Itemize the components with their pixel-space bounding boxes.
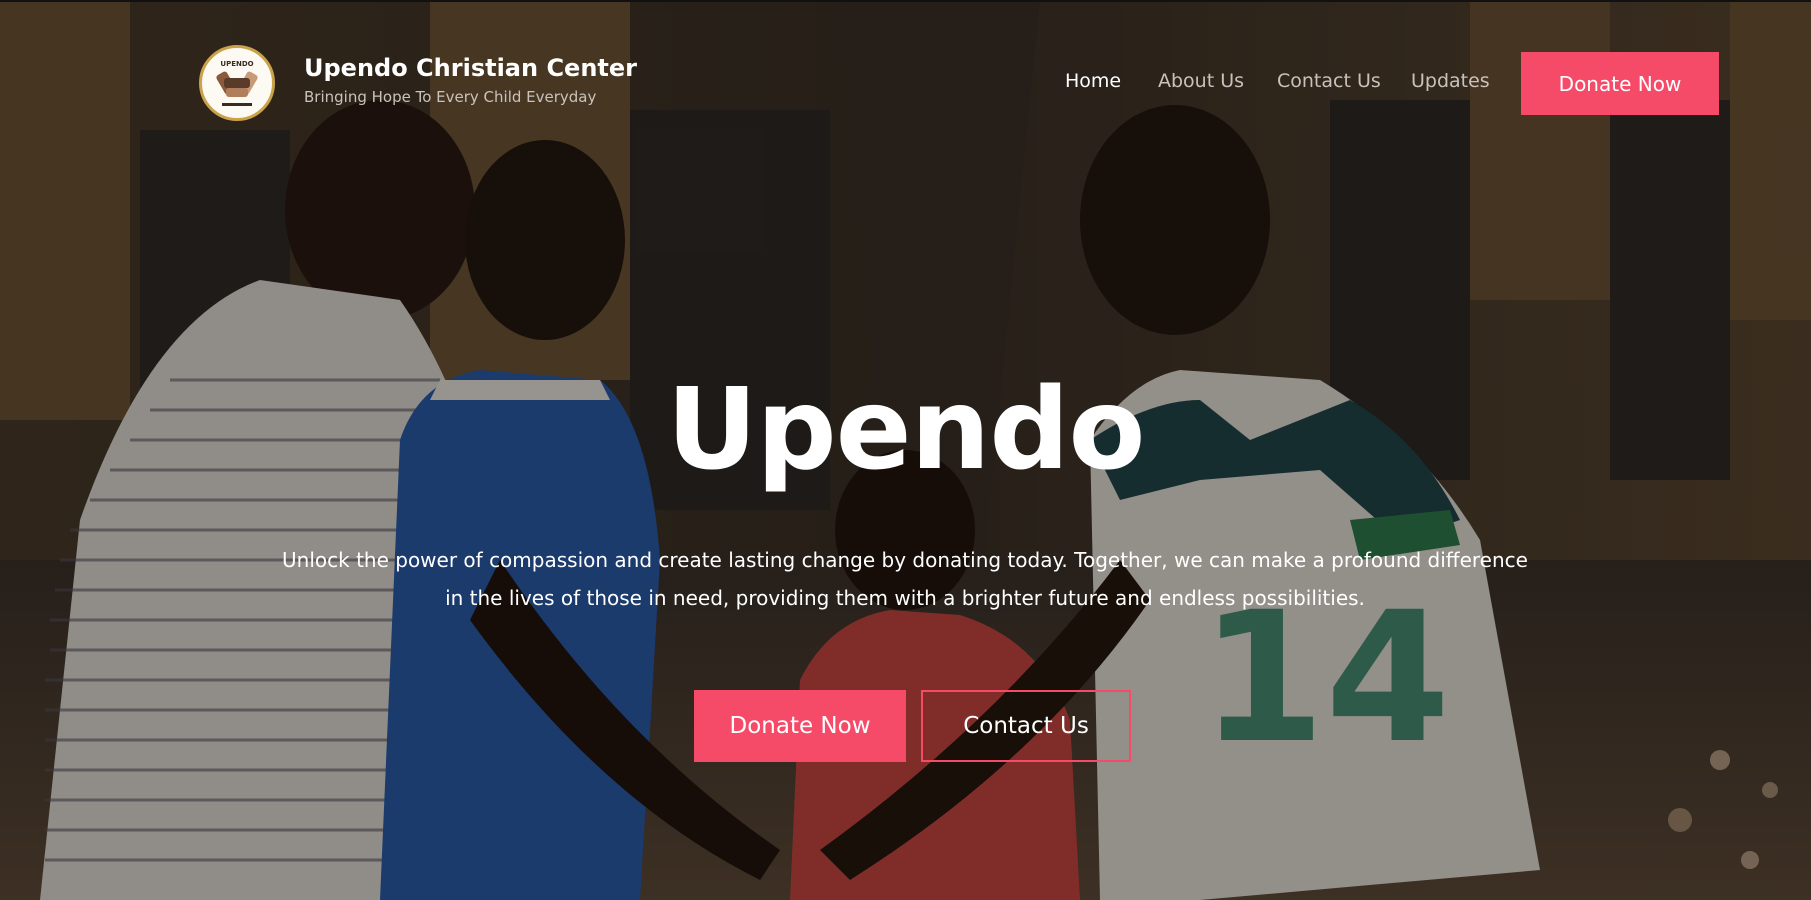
nav-home-link[interactable]: Home [1065,70,1121,92]
logo-emblem-icon: UPENDO [216,60,258,106]
hero-description: Unlock the power of compassion and creat… [282,548,1528,610]
brand-name[interactable]: Upendo Christian Center [304,54,637,82]
nav-about-us-link[interactable]: About Us [1158,70,1244,92]
top-border [0,0,1811,2]
hero-title: Upendo [666,365,1146,495]
nav-contact-us-link[interactable]: Contact Us [1277,70,1381,92]
hero-section: 14 UPENDO Upendo Christian Center Bringi… [0,0,1811,900]
hero-contact-us-button[interactable]: Contact Us [921,690,1131,762]
svg-text:UPENDO: UPENDO [220,60,253,68]
brand-tagline: Bringing Hope To Every Child Everyday [304,88,597,106]
nav-updates-link[interactable]: Updates [1411,70,1490,92]
logo[interactable]: UPENDO [199,45,275,121]
hero-donate-now-button[interactable]: Donate Now [694,690,906,762]
header-donate-now-button[interactable]: Donate Now [1521,52,1719,115]
